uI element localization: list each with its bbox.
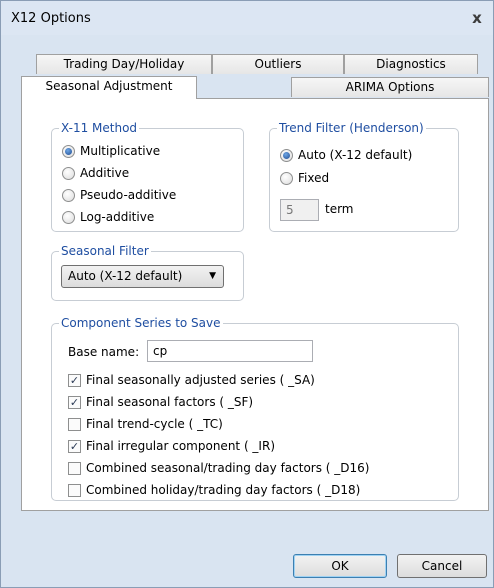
component-series-legend: Component Series to Save — [61, 316, 221, 330]
tab-seasonal-adjustment[interactable]: Seasonal Adjustment — [21, 76, 197, 99]
seasonal-filter-dropdown[interactable]: Auto (X-12 default) ▼ — [61, 265, 224, 288]
radio-trend-auto-label: Auto (X-12 default) — [298, 148, 413, 162]
radio-trend-fixed-label: Fixed — [298, 171, 330, 185]
radio-log-additive-label: Log-additive — [80, 210, 155, 224]
seasonal-filter-value: Auto (X-12 default) — [68, 269, 183, 283]
checkbox-unchecked-icon — [68, 417, 81, 431]
base-name-input[interactable]: cp — [147, 340, 313, 362]
title-bar: X12 Options x — [1, 1, 493, 35]
checkbox-final-ir-label: Final irregular component ( _IR) — [86, 439, 275, 453]
cancel-button[interactable]: Cancel — [397, 554, 487, 578]
radio-log-additive[interactable]: Log-additive — [62, 208, 154, 226]
radio-trend-auto[interactable]: Auto (X-12 default) — [280, 146, 412, 164]
seasonal-filter-legend: Seasonal Filter — [61, 244, 149, 258]
checkbox-final-ir[interactable]: ✓ Final irregular component ( _IR) — [68, 437, 275, 455]
radio-pseudo-additive-label: Pseudo-additive — [80, 188, 177, 202]
radio-unselected-icon — [280, 171, 293, 185]
checkbox-checked-icon: ✓ — [68, 373, 81, 387]
radio-pseudo-additive[interactable]: Pseudo-additive — [62, 186, 176, 204]
radio-trend-fixed[interactable]: Fixed — [280, 169, 329, 187]
checkbox-final-tc-label: Final trend-cycle ( _TC) — [86, 417, 223, 431]
radio-unselected-icon — [62, 188, 75, 202]
checkbox-d16[interactable]: Combined seasonal/trading day factors ( … — [68, 459, 369, 477]
radio-multiplicative-label: Multiplicative — [80, 144, 161, 158]
radio-additive[interactable]: Additive — [62, 164, 129, 182]
checkbox-unchecked-icon — [68, 461, 81, 475]
radio-unselected-icon — [62, 210, 75, 224]
chevron-down-icon: ▼ — [209, 271, 216, 281]
checkbox-final-sa-label: Final seasonally adjusted series ( _SA) — [86, 373, 315, 387]
radio-additive-label: Additive — [80, 166, 130, 180]
base-name-label: Base name: — [68, 345, 140, 359]
checkbox-checked-icon: ✓ — [68, 439, 81, 453]
checkbox-final-tc[interactable]: Final trend-cycle ( _TC) — [68, 415, 223, 433]
checkbox-d18-label: Combined holiday/trading day factors ( _… — [86, 483, 361, 497]
checkbox-final-sf-label: Final seasonal factors ( _SF) — [86, 395, 254, 409]
checkbox-d16-label: Combined seasonal/trading day factors ( … — [86, 461, 370, 475]
term-label: term — [325, 202, 354, 216]
checkbox-final-sf[interactable]: ✓ Final seasonal factors ( _SF) — [68, 393, 253, 411]
radio-selected-icon — [62, 144, 75, 158]
tab-arima-options[interactable]: ARIMA Options — [291, 77, 489, 97]
checkbox-unchecked-icon — [68, 483, 81, 497]
ok-button[interactable]: OK — [293, 554, 387, 578]
x11-method-legend: X-11 Method — [61, 121, 138, 135]
checkbox-checked-icon: ✓ — [68, 395, 81, 409]
checkbox-final-sa[interactable]: ✓ Final seasonally adjusted series ( _SA… — [68, 371, 315, 389]
seasonal-adjustment-panel: X-11 Method Multiplicative Additive Pseu… — [21, 98, 489, 511]
tab-outliers[interactable]: Outliers — [212, 54, 344, 74]
tab-trading-day-holiday[interactable]: Trading Day/Holiday — [36, 54, 212, 74]
radio-selected-icon — [280, 148, 293, 162]
radio-multiplicative[interactable]: Multiplicative — [62, 142, 160, 160]
tab-diagnostics[interactable]: Diagnostics — [344, 54, 478, 74]
term-input[interactable]: 5 — [280, 199, 319, 221]
checkbox-d18[interactable]: Combined holiday/trading day factors ( _… — [68, 481, 360, 499]
close-icon[interactable]: x — [468, 9, 486, 27]
radio-unselected-icon — [62, 166, 75, 180]
window-title: X12 Options — [11, 11, 91, 26]
x12-options-dialog: X12 Options x Trading Day/Holiday Outlie… — [0, 0, 494, 588]
trend-filter-legend: Trend Filter (Henderson) — [279, 121, 424, 135]
